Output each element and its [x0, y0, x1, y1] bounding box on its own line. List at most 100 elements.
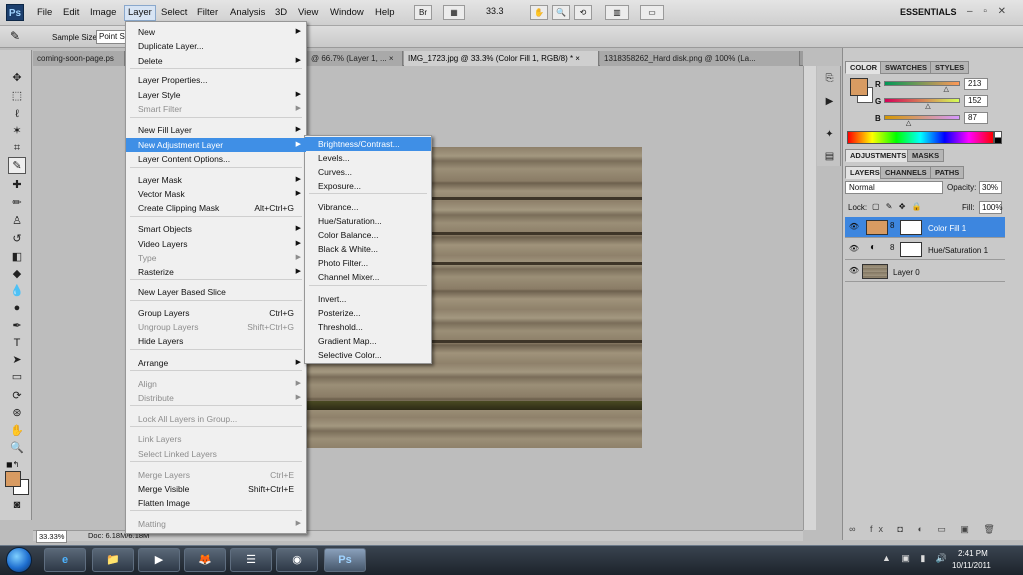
layer-menu-item-rasterize[interactable]: Rasterize ▶: [126, 265, 306, 279]
tab-paths[interactable]: PATHS: [930, 166, 965, 179]
visibility-eye-icon[interactable]: 👁: [848, 221, 860, 233]
layer-menu-item-smart-objects[interactable]: Smart Objects ▶: [126, 222, 306, 236]
fill-field[interactable]: 100%: [979, 201, 1002, 214]
layer-menu-item-type[interactable]: Type ▶: [126, 251, 306, 265]
vertical-scrollbar[interactable]: [803, 66, 816, 530]
firefox-icon[interactable]: 🦊: [184, 548, 226, 572]
start-button-icon[interactable]: [6, 547, 32, 573]
color-spectrum-ramp[interactable]: [847, 131, 994, 144]
eyedropper-tool-icon[interactable]: ✎: [10, 29, 20, 43]
blue-slider[interactable]: [884, 115, 960, 120]
red-slider-marker[interactable]: △: [943, 85, 948, 93]
chrome-icon[interactable]: ◉: [276, 548, 318, 572]
messenger-icon[interactable]: ☰: [230, 548, 272, 572]
status-zoom-field[interactable]: 33.33%: [36, 530, 68, 543]
tool-presets-icon[interactable]: ✦: [822, 128, 837, 141]
lasso-tool-icon[interactable]: ℓ: [8, 106, 26, 123]
healing-brush-tool-icon[interactable]: ✚: [8, 177, 26, 194]
hand-tool-icon[interactable]: ✋: [530, 5, 548, 20]
system-tray-icons[interactable]: ▲ ▣ ▮ 🔊: [882, 553, 951, 564]
layer-menu-item-delete[interactable]: Delete ▶: [126, 54, 306, 68]
layer-menu-item-align[interactable]: Align ▶: [126, 377, 306, 391]
menu-select[interactable]: Select: [158, 6, 190, 20]
adjustment-item-photo-filter[interactable]: Photo Filter...: [305, 256, 431, 270]
menu-3d[interactable]: 3D: [272, 6, 290, 20]
layer-menu-item-layer-properties[interactable]: Layer Properties...: [126, 73, 306, 87]
layer-menu-item-merge-visible[interactable]: Merge Visible Shift+Ctrl+E: [126, 482, 306, 496]
paint-bucket-tool-icon[interactable]: ◆: [8, 266, 26, 283]
red-value[interactable]: 213: [964, 78, 988, 90]
dodge-tool-icon[interactable]: ●: [8, 300, 26, 317]
layer-name[interactable]: Layer 0: [893, 268, 920, 277]
magic-wand-tool-icon[interactable]: ✶: [8, 123, 26, 140]
layer-menu-item-flatten-image[interactable]: Flatten Image: [126, 496, 306, 510]
layer-menu-item-distribute[interactable]: Distribute ▶: [126, 391, 306, 405]
green-value[interactable]: 152: [964, 95, 988, 107]
eraser-tool-icon[interactable]: ◧: [8, 249, 26, 266]
3d-orbit-tool-icon[interactable]: ⊛: [8, 405, 26, 422]
menu-analysis[interactable]: Analysis: [227, 6, 268, 20]
tab-layer-1[interactable]: @ 66.7% (Layer 1, ... ×: [307, 51, 403, 66]
zoom-tool-icon[interactable]: 🔍: [552, 5, 570, 20]
layer-menu-item-new[interactable]: New ▶: [126, 25, 306, 39]
layer-menu-item-layer-mask[interactable]: Layer Mask ▶: [126, 173, 306, 187]
adjustment-item-black-white[interactable]: Black & White...: [305, 242, 431, 256]
green-slider[interactable]: [884, 98, 960, 103]
pen-tool-icon[interactable]: ✒: [8, 318, 26, 335]
bridge-icon[interactable]: Br: [414, 5, 432, 20]
menu-file[interactable]: File: [34, 6, 55, 20]
view-extras-icon[interactable]: ▦: [443, 5, 465, 20]
foreground-color-swatch[interactable]: [5, 471, 21, 487]
adjustment-item-invert[interactable]: Invert...: [305, 292, 431, 306]
layer-menu-item-link-layers[interactable]: Link Layers: [126, 432, 306, 446]
photoshop-taskbar-icon[interactable]: Ps: [324, 548, 366, 572]
screen-mode-icon[interactable]: ▭: [640, 5, 664, 20]
tab-styles[interactable]: STYLES: [930, 61, 970, 74]
layers-panel-footer-icons[interactable]: ∞ fx ◘ ◐ ▭ ▣ 🗑: [845, 524, 1005, 538]
layer-menu-item-vector-mask[interactable]: Vector Mask ▶: [126, 187, 306, 201]
adjustment-item-exposure[interactable]: Exposure...: [305, 179, 431, 193]
opacity-field[interactable]: 30%: [979, 181, 1002, 194]
adjustment-item-hue-saturation[interactable]: Hue/Saturation...: [305, 214, 431, 228]
menu-layer[interactable]: Layer: [124, 5, 156, 21]
adjustment-item-gradient-map[interactable]: Gradient Map...: [305, 334, 431, 348]
clock-time[interactable]: 2:41 PM: [958, 549, 988, 558]
rotate-view-icon[interactable]: ⟲: [574, 5, 592, 20]
menu-edit[interactable]: Edit: [60, 6, 82, 20]
tab-color[interactable]: COLOR: [845, 61, 883, 74]
menu-window[interactable]: Window: [327, 6, 367, 20]
arrange-documents-icon[interactable]: ▥: [605, 5, 629, 20]
color-panel-foreground-swatch[interactable]: [850, 78, 868, 96]
layer-menu-item-ungroup-layers[interactable]: Ungroup Layers Shift+Ctrl+G: [126, 320, 306, 334]
adjustment-item-selective-color[interactable]: Selective Color...: [305, 348, 431, 362]
adjustment-item-vibrance[interactable]: Vibrance...: [305, 200, 431, 214]
layer-menu-item-arrange[interactable]: Arrange ▶: [126, 356, 306, 370]
adjustment-item-color-balance[interactable]: Color Balance...: [305, 228, 431, 242]
layer-menu-item-merge-layers[interactable]: Merge Layers Ctrl+E: [126, 468, 306, 482]
history-brush-tool-icon[interactable]: ↺: [8, 231, 26, 248]
window-controls[interactable]: – ▫ ✕: [967, 6, 1010, 17]
brush-tool-icon[interactable]: ✏: [8, 195, 26, 212]
adjustment-item-posterize[interactable]: Posterize...: [305, 306, 431, 320]
quick-mask-icon[interactable]: ◙: [8, 497, 26, 514]
menu-view[interactable]: View: [295, 6, 321, 20]
zoom-tool-icon[interactable]: 🔍: [8, 440, 26, 457]
layer-menu-item-new-fill-layer[interactable]: New Fill Layer ▶: [126, 123, 306, 137]
layer-menu-item-create-clipping-mask[interactable]: Create Clipping Mask Alt+Ctrl+G: [126, 201, 306, 215]
adjustment-item-channel-mixer[interactable]: Channel Mixer...: [305, 270, 431, 284]
layer-0-thumbnail[interactable]: [862, 264, 888, 279]
clock-date[interactable]: 10/11/2011: [952, 561, 991, 570]
internet-explorer-icon[interactable]: e: [44, 548, 86, 572]
clone-stamp-tool-icon[interactable]: ♙: [8, 213, 26, 230]
layer-menu-item-layer-content-options[interactable]: Layer Content Options...: [126, 152, 306, 166]
layer-menu-item-smart-filter[interactable]: Smart Filter ▶: [126, 102, 306, 116]
tab-layers[interactable]: LAYERS: [845, 166, 885, 179]
menu-image[interactable]: Image: [87, 6, 119, 20]
adjustment-item-levels[interactable]: Levels...: [305, 151, 431, 165]
tab-img-1723[interactable]: IMG_1723.jpg @ 33.3% (Color Fill 1, RGB/…: [404, 51, 599, 66]
menu-filter[interactable]: Filter: [194, 6, 221, 20]
menu-help[interactable]: Help: [372, 6, 398, 20]
adjustment-item-threshold[interactable]: Threshold...: [305, 320, 431, 334]
adjustment-item-curves[interactable]: Curves...: [305, 165, 431, 179]
blue-slider-marker[interactable]: △: [906, 119, 911, 127]
